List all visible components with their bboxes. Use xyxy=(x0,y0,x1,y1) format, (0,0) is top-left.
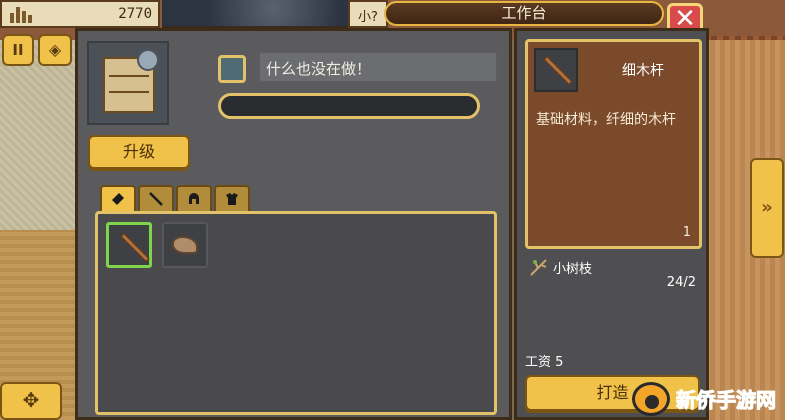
item-detail-panel: 细木杆 基础材料，纤细的木杆 1 小树枝 24/2 工资 5 打造 xyxy=(514,28,709,420)
item-detail-card: 细木杆 基础材料，纤细的木杆 1 xyxy=(525,39,702,249)
stick-icon xyxy=(149,192,163,206)
tab-armor[interactable] xyxy=(214,185,250,213)
move-button[interactable]: ✥ xyxy=(0,382,62,420)
item-grid xyxy=(95,211,497,415)
helmet-icon xyxy=(189,193,199,204)
ingredient-name: 小树枝 xyxy=(553,262,593,277)
item-name: 细木杆 xyxy=(622,63,664,79)
detail-item-slot xyxy=(534,48,578,92)
watermark-text: 新侨手游网 xyxy=(676,388,777,413)
upgrade-button[interactable]: 升级 xyxy=(88,135,190,169)
status-checkbox[interactable] xyxy=(218,55,246,83)
material-icon xyxy=(112,193,124,205)
watermark-logo-icon xyxy=(632,382,670,416)
tab-weapons[interactable] xyxy=(138,185,174,213)
background-stone xyxy=(0,40,80,230)
pause-button[interactable]: II xyxy=(2,34,34,66)
category-tabs xyxy=(100,185,250,213)
armor-icon xyxy=(226,193,238,205)
watermark: 新侨手游网 xyxy=(626,380,785,420)
workbench-icon xyxy=(87,41,169,125)
leaf-icon xyxy=(172,236,198,254)
resource-counter: 2770 xyxy=(0,0,160,28)
resource-value: 2770 xyxy=(118,6,152,22)
sky-indicator xyxy=(162,0,348,28)
thin-wood-pole-icon xyxy=(120,233,150,262)
twig-icon xyxy=(530,259,547,276)
wage-cost: 工资 5 xyxy=(525,355,564,370)
thin-wood-pole-icon xyxy=(543,56,573,85)
next-page-button[interactable]: » xyxy=(750,158,784,258)
status-text: 什么也没在做！ xyxy=(258,51,498,83)
buildings-icon xyxy=(8,2,36,26)
window-title: 工作台 xyxy=(384,1,664,26)
ingredient-count: 24/2 xyxy=(666,275,696,290)
item-count: 1 xyxy=(682,225,691,240)
item-slot-thin-wood-pole[interactable] xyxy=(106,222,152,268)
item-description: 基础材料，纤细的木杆 xyxy=(536,112,676,128)
tab-materials[interactable] xyxy=(100,185,136,213)
hud-small-label: 小? xyxy=(348,0,388,28)
item-slot-leaf[interactable] xyxy=(162,222,208,268)
workbench-panel: 升级 什么也没在做！ xyxy=(75,28,512,420)
map-button[interactable]: ◈ xyxy=(38,34,72,66)
tab-helmets[interactable] xyxy=(176,185,212,213)
craft-progress-bar xyxy=(218,93,480,119)
